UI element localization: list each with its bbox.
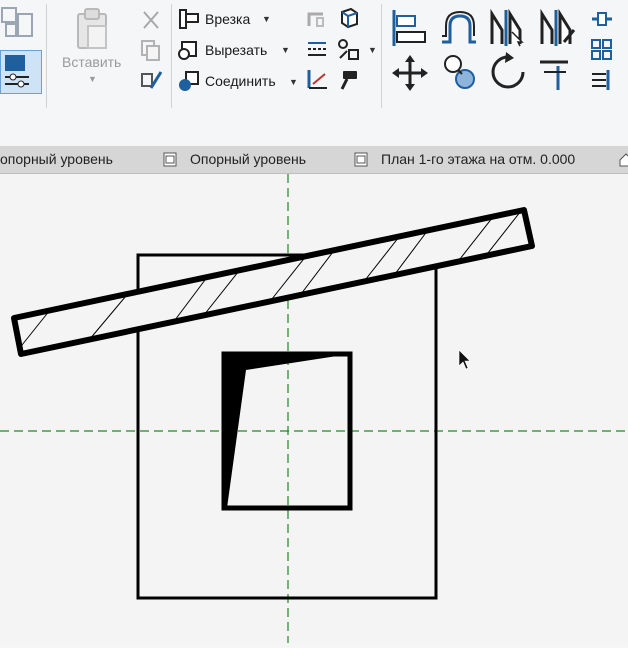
mirror-pick-axis-icon[interactable]: [488, 8, 528, 48]
home-view-icon[interactable]: [619, 152, 628, 167]
copy-element-icon[interactable]: [440, 52, 480, 92]
copy-icon[interactable]: [139, 38, 163, 62]
ribbon-panel-title-strip: [0, 113, 628, 147]
cut-icon[interactable]: [139, 8, 163, 32]
wall-joins-icon[interactable]: [305, 8, 327, 30]
cut-geometry-label[interactable]: Вырезать: [205, 42, 267, 58]
demolish-icon[interactable]: [337, 38, 361, 62]
match-type-icon[interactable]: [139, 68, 163, 92]
level-label-right[interactable]: Опорный уровень: [190, 151, 306, 167]
plan-view-icon: [354, 152, 368, 167]
join-geometry-dropdown-icon[interactable]: ▼: [289, 77, 298, 87]
paste-label: Вставить: [62, 54, 122, 70]
modify-tool-icon[interactable]: [0, 6, 34, 40]
properties-icon[interactable]: [0, 50, 42, 94]
level-label-left[interactable]: опорный уровень: [0, 151, 113, 167]
sloped-beam: [14, 210, 532, 354]
trim-extend-icon[interactable]: [538, 52, 578, 92]
paint-icon[interactable]: [337, 68, 361, 92]
paste-button[interactable]: Вставить ▼: [56, 4, 128, 84]
split-face-icon[interactable]: [305, 38, 329, 62]
mouse-cursor-icon: [458, 349, 471, 370]
cope-label[interactable]: Врезка: [205, 11, 250, 27]
move-icon[interactable]: [391, 54, 429, 92]
drawing-svg: [0, 174, 628, 643]
level-view-icon: [163, 152, 177, 167]
solid-icon[interactable]: [337, 6, 361, 30]
paste-dropdown-icon: ▼: [88, 74, 97, 84]
cut-geometry-dropdown-icon[interactable]: ▼: [281, 45, 290, 55]
mirror-draw-axis-icon[interactable]: [538, 8, 578, 48]
ribbon-panel: Вставить ▼ Врезка ▼ Вырезать ▼ Соединить…: [0, 0, 628, 114]
trim-multiple-icon[interactable]: [590, 68, 614, 92]
drawing-canvas[interactable]: [0, 174, 628, 643]
align-icon[interactable]: [389, 8, 427, 48]
offset-icon[interactable]: [438, 8, 478, 48]
wall-profile-icon[interactable]: [305, 68, 329, 92]
split-element-icon[interactable]: [590, 8, 614, 30]
join-geometry-label[interactable]: Соединить: [205, 73, 276, 89]
cope-icon[interactable]: [178, 8, 200, 30]
cope-dropdown-icon[interactable]: ▼: [262, 14, 271, 24]
demolish-dropdown-icon[interactable]: ▼: [368, 45, 377, 55]
cut-geometry-icon[interactable]: [178, 38, 200, 60]
plan-view-label[interactable]: План 1-го этажа на отм. 0.000: [381, 151, 575, 167]
view-tab-bar: опорный уровень Опорный уровень План 1-г…: [0, 146, 628, 174]
array-icon[interactable]: [590, 38, 614, 62]
rotate-icon[interactable]: [488, 52, 528, 92]
join-geometry-icon[interactable]: [178, 70, 200, 92]
